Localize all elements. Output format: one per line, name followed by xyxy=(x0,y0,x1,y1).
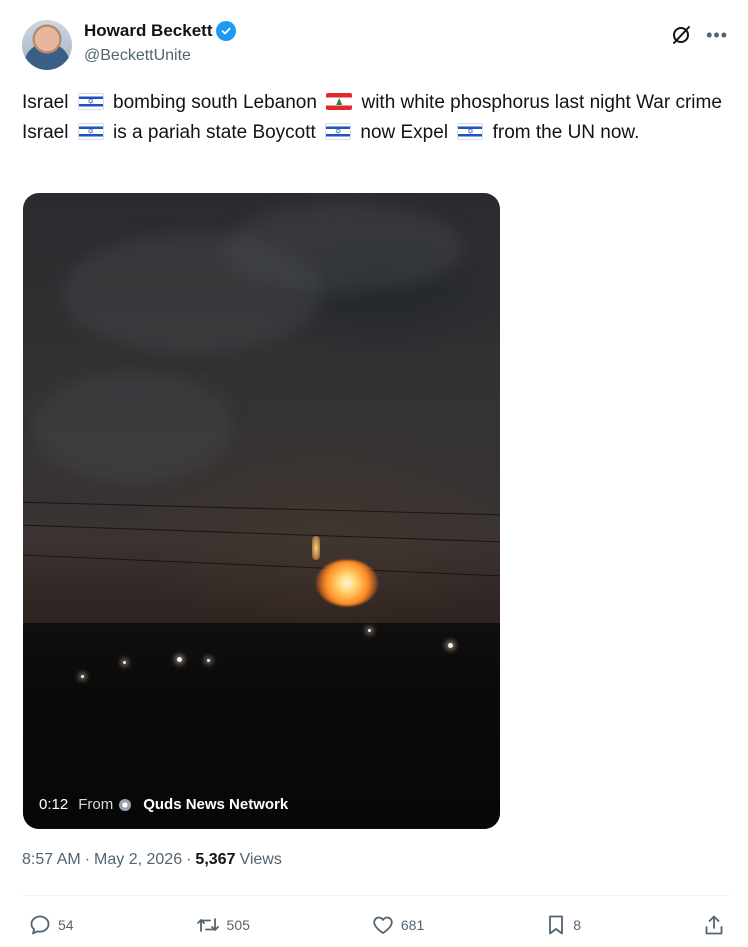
avatar[interactable] xyxy=(22,20,72,70)
lebanon-flag-icon xyxy=(326,93,353,110)
video-from-label: From xyxy=(78,796,114,813)
tweet-text-segment: is a pariah state Boycott xyxy=(107,122,322,143)
video-overlay: 0:12 From Quds News Network xyxy=(39,796,288,813)
power-line xyxy=(23,554,500,577)
author-name-row: Howard Beckett xyxy=(84,21,237,41)
share-icon xyxy=(705,915,723,935)
tweet-text-segment: now Expel xyxy=(355,122,454,143)
tweet-text-segment: from the UN now. xyxy=(487,122,640,143)
power-line xyxy=(23,501,500,516)
header-actions: ••• xyxy=(670,24,728,46)
video-duration: 0:12 xyxy=(39,796,69,813)
reply-icon xyxy=(30,915,50,935)
tweet-text-segment: Israel xyxy=(22,92,74,113)
like-count: 681 xyxy=(400,917,425,933)
more-options-icon[interactable]: ••• xyxy=(706,26,728,44)
sky-cloud xyxy=(33,373,233,483)
tweet-text: Israel bombing south Lebanon with white … xyxy=(22,88,728,148)
like-button[interactable]: 681 xyxy=(371,913,424,937)
share-button[interactable] xyxy=(702,913,726,937)
author-handle[interactable]: @BeckettUnite xyxy=(84,47,191,65)
light-dot xyxy=(207,659,210,662)
tweet-header: Howard Beckett @BeckettUnite ••• xyxy=(22,18,730,74)
verified-badge-icon xyxy=(216,21,237,41)
sky-cloud xyxy=(223,203,463,293)
divider xyxy=(22,895,730,896)
source-avatar-icon xyxy=(119,798,132,811)
bookmark-count: 8 xyxy=(573,917,581,933)
fire-streak xyxy=(312,536,320,560)
fireball xyxy=(316,560,378,606)
author-name[interactable]: Howard Beckett xyxy=(84,21,212,41)
light-dot xyxy=(368,629,371,632)
israel-flag-icon xyxy=(325,123,352,140)
video-source-name[interactable]: Quds News Network xyxy=(143,796,288,813)
israel-flag-icon xyxy=(457,123,484,140)
light-dot xyxy=(123,661,126,664)
reply-button[interactable]: 54 xyxy=(28,913,74,937)
light-dot xyxy=(81,675,84,678)
tweet-text-segment: bombing south Lebanon xyxy=(107,92,323,113)
tweet-actions: 54 505 681 8 xyxy=(28,910,726,940)
views-label: Views xyxy=(239,851,282,868)
tweet-time[interactable]: 8:57 AM xyxy=(22,851,81,869)
repost-button[interactable]: 505 xyxy=(195,913,250,937)
bookmark-icon xyxy=(549,915,564,935)
meta-separator: · xyxy=(84,851,91,868)
tweet-meta: 8:57 AM · May 2, 2026 · 5,367 Views xyxy=(22,851,282,869)
light-dot xyxy=(177,657,182,662)
grok-icon[interactable] xyxy=(670,24,692,46)
meta-separator: · xyxy=(186,851,192,868)
power-line xyxy=(23,524,500,543)
tweet-date[interactable]: May 2, 2026 xyxy=(94,851,182,869)
repost-icon xyxy=(196,918,219,932)
repost-count: 505 xyxy=(226,917,250,933)
views-count: 5,367 xyxy=(195,851,236,868)
israel-flag-icon xyxy=(77,93,104,110)
reply-count: 54 xyxy=(58,917,74,933)
israel-flag-icon xyxy=(77,123,104,140)
bookmark-button[interactable]: 8 xyxy=(545,913,581,937)
video-player[interactable]: 0:12 From Quds News Network xyxy=(23,193,500,829)
heart-icon xyxy=(373,916,393,934)
light-dot xyxy=(448,643,453,648)
